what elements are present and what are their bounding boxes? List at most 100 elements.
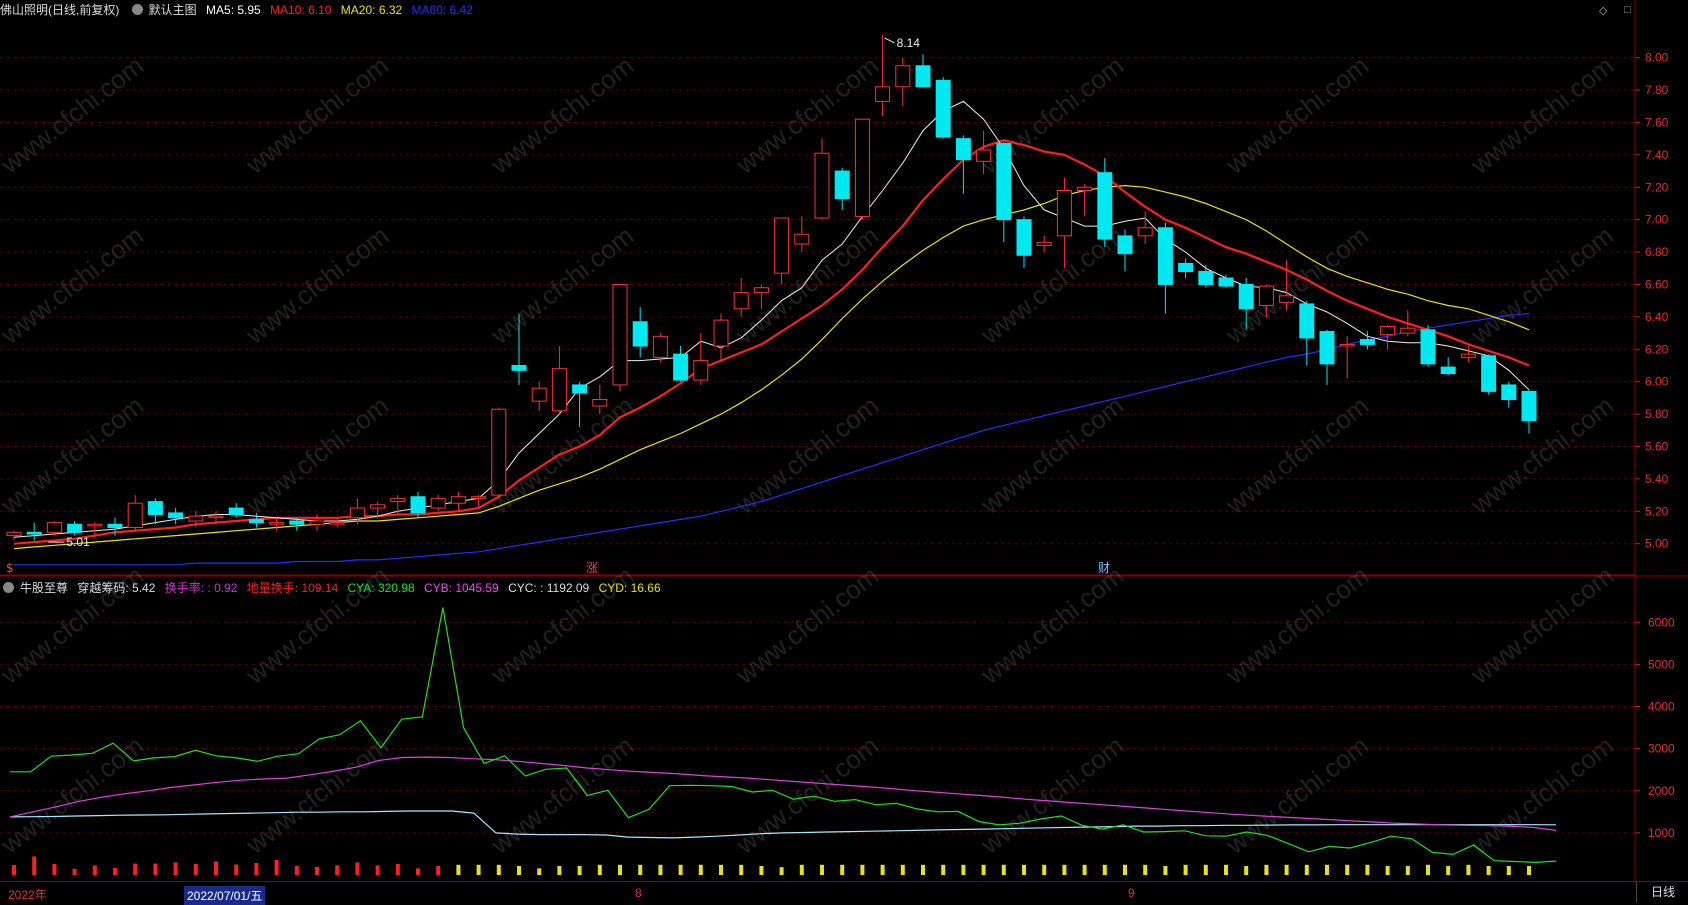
period-button[interactable]: 日线 (1636, 881, 1688, 903)
candle-body-up (814, 152, 830, 219)
candle-body-down (168, 512, 184, 519)
watermark-text: www.cfchi.com (0, 390, 149, 520)
price-tick-label: 5.00 (1645, 537, 1669, 551)
candle-body-up (531, 387, 547, 402)
candle-body-up (269, 522, 285, 525)
candle-body-down (1117, 235, 1133, 255)
watermark-text: www.cfchi.com (239, 50, 394, 180)
turnover-bar (981, 864, 986, 875)
candle-body-up (875, 86, 891, 102)
turnover-bar (153, 863, 158, 875)
candle-body-down (1218, 277, 1234, 287)
turnover-bar (1123, 864, 1127, 875)
high-pointer (884, 37, 895, 44)
candle-body-up (1279, 295, 1295, 303)
turnover-bar (941, 864, 946, 875)
watermark-layer: www.cfchi.com www.cfchi.com www.cfchi.com w… (0, 50, 1619, 860)
watermark-text: www.cfchi.com (0, 730, 149, 860)
candle-body-down (67, 523, 83, 533)
candle-body-up (471, 496, 487, 499)
candle-body-down (1481, 355, 1497, 392)
watermark-text: www.cfchi.com (239, 220, 394, 350)
candle-body-up (329, 522, 345, 525)
turnover-bar (597, 864, 602, 875)
low-price-label: 5.01 (66, 535, 90, 549)
turnover-bar (577, 866, 582, 875)
candle-body-up (1056, 189, 1072, 237)
candle-body-up (1137, 227, 1153, 237)
settings-gear-icon[interactable] (131, 4, 143, 15)
candle-body-down (1157, 227, 1173, 285)
watermark-text: www.cfchi.com (1464, 730, 1619, 860)
template-label[interactable]: 默认主图 (149, 3, 197, 17)
watermark-text: www.cfchi.com (974, 730, 1129, 860)
chart-canvas[interactable]: www.cfchi.com www.cfchi.com www.cfchi.com w… (0, 0, 1688, 881)
turnover-bar (1426, 864, 1430, 875)
date-axis: 2022年 2022/07/01/五 8 9 (0, 881, 1688, 905)
turnover-bar (1264, 864, 1269, 875)
turnover-bar (1042, 864, 1047, 875)
turnover-bar (173, 862, 178, 875)
watermark-text: www.cfchi.com (1464, 220, 1619, 350)
candle-body-up (1036, 241, 1052, 247)
candle-body-up (774, 217, 790, 274)
candle-body-down (1178, 262, 1194, 273)
turnover-bar (921, 864, 925, 875)
candle-body-down (147, 501, 163, 516)
candle-body-up (127, 502, 143, 528)
turnover-bar (1163, 866, 1168, 875)
candle-body-up (1077, 186, 1093, 191)
candle-body-down (289, 520, 305, 525)
price-tick-label: 6.00 (1645, 375, 1669, 389)
indicator-name[interactable]: 牛股至尊 (20, 581, 68, 595)
turnover-bar (678, 864, 683, 875)
watermark-text: www.cfchi.com (484, 50, 639, 180)
turnover-bar (375, 865, 380, 875)
candle-body-up (430, 497, 446, 509)
turnover-bar (799, 864, 804, 875)
turnover-bar (92, 865, 97, 875)
candle-body-up (652, 335, 668, 358)
turnover-bar (1143, 864, 1148, 875)
turnover-bar (759, 866, 764, 875)
date-month-8: 8 (635, 886, 642, 900)
volume-tick-label: 1000 (1648, 826, 1675, 840)
turnover-bar (1203, 864, 1208, 875)
turnover-bar (618, 864, 622, 875)
price-tick-label: 6.40 (1645, 310, 1669, 324)
price-tick-label: 5.20 (1645, 504, 1669, 518)
turnover-bar (1405, 866, 1410, 875)
candle-body-up (1400, 327, 1416, 334)
indicator-item: 穿越筹码: 5.42 (77, 581, 156, 595)
price-tick-label: 7.40 (1645, 148, 1669, 162)
turnover-bar (1102, 864, 1107, 875)
main-chart-infobar: 佛山照明(日线,前复权) 默认主图 MA5: 5.95 MA10: 6.10 M… (0, 0, 479, 20)
turnover-bar (1506, 866, 1511, 875)
indicator-gear-icon[interactable] (3, 582, 14, 593)
turnover-bar (1224, 864, 1228, 875)
candle-body-down (228, 507, 244, 516)
watermark-text: www.cfchi.com (974, 220, 1129, 350)
turnover-bar (113, 867, 117, 875)
volume-tick-label: 2000 (1648, 784, 1675, 798)
candle-body-up (450, 496, 466, 504)
turnover-bar (1365, 864, 1370, 875)
turnover-bar (133, 863, 138, 875)
ma20-label: MA20: 6.32 (340, 3, 403, 17)
turnover-bar (456, 864, 461, 875)
stock-title[interactable]: 佛山照明(日线,前复权) (0, 3, 119, 17)
price-tick-label: 6.60 (1645, 277, 1669, 291)
price-tick-label: 6.80 (1645, 245, 1669, 259)
turnover-bar (820, 864, 824, 875)
watermark-text: www.cfchi.com (1219, 390, 1374, 520)
candle-body-down (1016, 219, 1032, 256)
turnover-bar (294, 866, 299, 875)
turnover-bar (900, 864, 905, 875)
event-marker: 财 (1098, 561, 1110, 575)
candle-body-up (1339, 343, 1355, 347)
candle-body-up (390, 497, 406, 503)
price-tick-label: 5.80 (1645, 407, 1669, 421)
indicator-item: CYC: : 1192.09 (508, 581, 590, 595)
price-tick-label: 8.00 (1645, 51, 1669, 65)
candle-body-up (753, 287, 769, 294)
